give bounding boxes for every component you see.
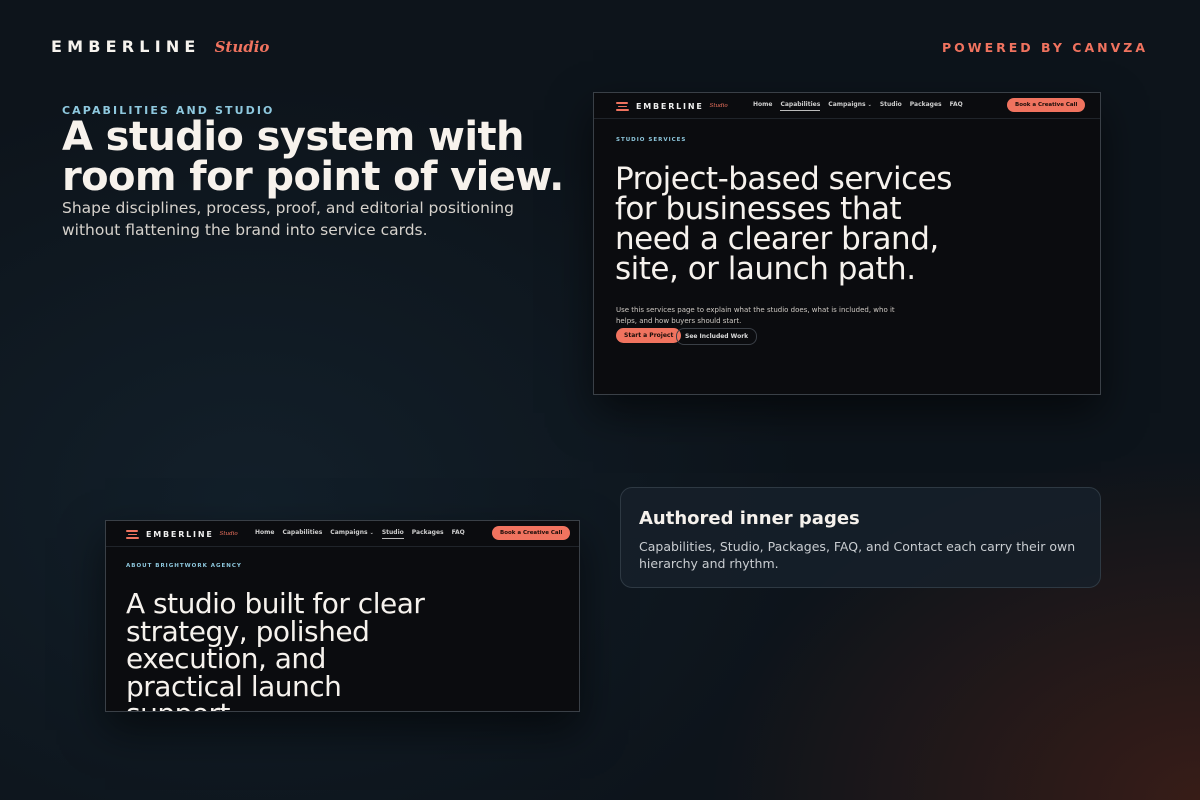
nav-link-home[interactable]: Home (753, 101, 772, 111)
preview-brand-name: EMBERLINE (146, 529, 214, 539)
brand-name: EMBERLINE (51, 37, 201, 56)
feature-card-title: Authored inner pages (639, 508, 860, 529)
nav-link-studio[interactable]: Studio (880, 101, 902, 111)
ember-logo-icon (616, 101, 630, 111)
feature-card: Authored inner pages Capabilities, Studi… (620, 487, 1101, 588)
nav-link-campaigns-label: Campaigns (828, 101, 866, 108)
nav-link-faq[interactable]: FAQ (950, 101, 963, 111)
preview-nav-bar: EMBERLINE Studio Home Capabilities Campa… (106, 521, 579, 547)
preview-headline: A studio built for clear strategy, polis… (126, 587, 425, 711)
preview-eyebrow: ABOUT BRIGHTWORK AGENCY (126, 563, 242, 569)
nav-link-home[interactable]: Home (255, 529, 274, 539)
preview-logo[interactable]: EMBERLINE Studio (126, 529, 238, 539)
powered-by-label: POWERED BY CANVZA (942, 40, 1148, 55)
nav-link-campaigns[interactable]: Campaigns ⌄ (330, 529, 374, 539)
preview-brand-sub: Studio (219, 531, 238, 537)
brand-sub: Studio (214, 38, 270, 56)
book-call-button[interactable]: Book a Creative Call (492, 526, 571, 540)
preview-nav-links: Home Capabilities Campaigns ⌄ Studio Pac… (753, 101, 963, 111)
see-included-work-button[interactable]: See Included Work (676, 328, 758, 345)
nav-link-studio[interactable]: Studio (381, 529, 404, 539)
preview-brand-name: EMBERLINE (636, 101, 704, 111)
book-call-button[interactable]: Book a Creative Call (1007, 98, 1086, 112)
feature-card-body: Capabilities, Studio, Packages, FAQ, and… (639, 539, 1076, 571)
preview-logo[interactable]: EMBERLINE Studio (616, 101, 728, 111)
chevron-down-icon: ⌄ (867, 102, 872, 108)
ember-logo-icon (126, 529, 140, 539)
nav-link-campaigns[interactable]: Campaigns ⌄ (828, 101, 872, 111)
nav-link-packages[interactable]: Packages (412, 529, 444, 539)
nav-link-faq[interactable]: FAQ (452, 529, 465, 539)
about-page-preview: EMBERLINE Studio Home Capabilities Campa… (105, 520, 580, 712)
chevron-down-icon: ⌄ (369, 530, 374, 536)
preview-nav-links: Home Capabilities Campaigns ⌄ Studio Pac… (255, 529, 465, 539)
nav-link-capabilities[interactable]: Capabilities (282, 529, 322, 539)
preview-headline: Project-based services for businesses th… (615, 161, 952, 287)
preview-body: Use this services page to explain what t… (616, 306, 895, 325)
hero-lead: Shape disciplines, process, proof, and e… (62, 199, 514, 239)
brand-logo[interactable]: EMBERLINE Studio (51, 37, 269, 56)
hero-headline: A studio system with room for point of v… (62, 114, 564, 200)
start-project-button[interactable]: Start a Project (616, 328, 682, 343)
services-page-preview: EMBERLINE Studio Home Capabilities Campa… (593, 92, 1101, 395)
preview-eyebrow: STUDIO SERVICES (616, 137, 687, 143)
nav-link-capabilities[interactable]: Capabilities (780, 101, 821, 111)
nav-link-campaigns-label: Campaigns (330, 529, 368, 536)
preview-nav-bar: EMBERLINE Studio Home Capabilities Campa… (594, 93, 1100, 119)
nav-link-packages[interactable]: Packages (910, 101, 942, 111)
preview-brand-sub: Studio (709, 103, 728, 109)
